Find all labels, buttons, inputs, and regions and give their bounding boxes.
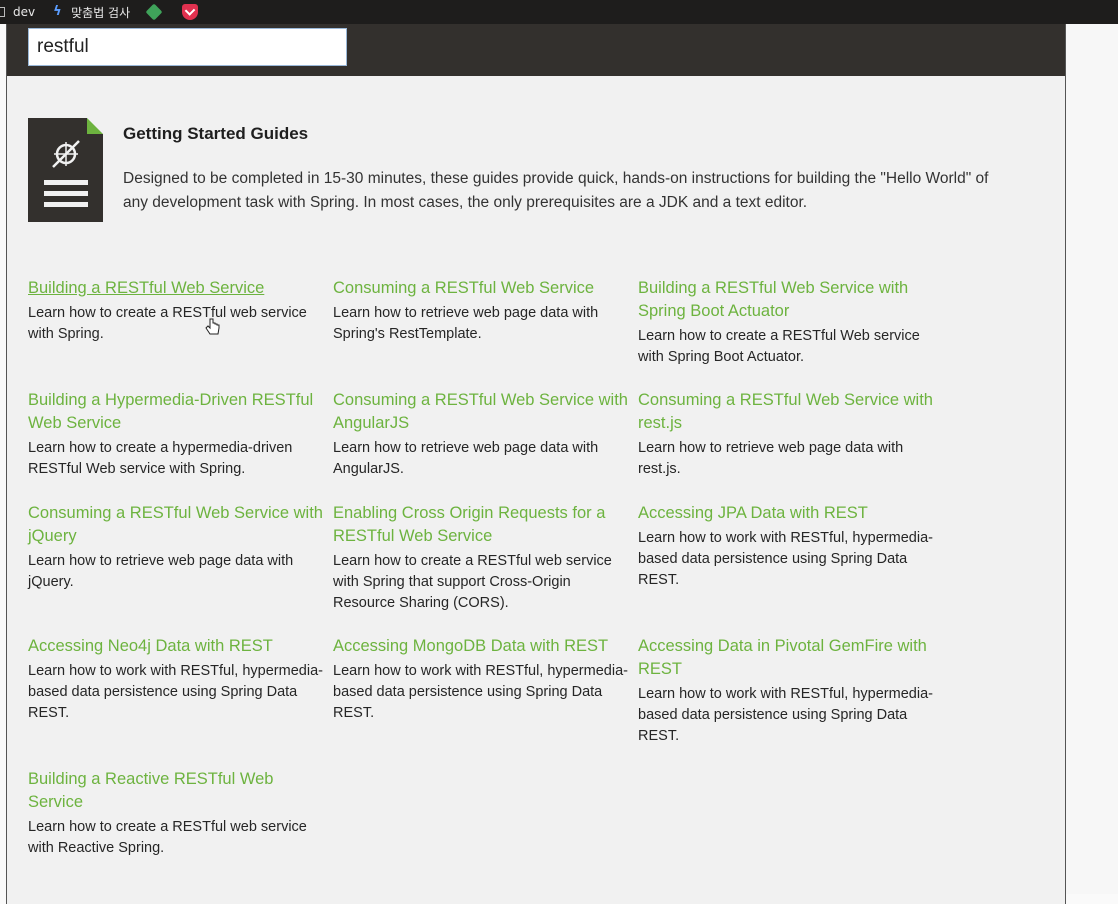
- guide-link[interactable]: Enabling Cross Origin Requests for a RES…: [333, 502, 633, 548]
- bookmark-extension[interactable]: [145, 3, 163, 21]
- guide-description: Learn how to work with RESTful, hypermed…: [638, 530, 933, 588]
- guide-description: Learn how to work with RESTful, hypermed…: [333, 663, 628, 721]
- guide-description: Learn how to create a RESTful web servic…: [333, 553, 612, 611]
- bookmark-pocket[interactable]: [178, 4, 199, 20]
- guide-link[interactable]: Accessing Neo4j Data with REST: [28, 635, 328, 658]
- intro-description: Designed to be completed in 15-30 minute…: [123, 170, 989, 211]
- guide-card: Consuming a RESTful Web Service with jQu…: [28, 502, 328, 593]
- guide-card: Building a Hypermedia-Driven RESTful Web…: [28, 389, 328, 480]
- diamond-extension-icon: [145, 3, 163, 21]
- guide-description: Learn how to create a hypermedia-driven …: [28, 440, 293, 477]
- folder-icon: [0, 7, 5, 17]
- spring-leaf-icon: [52, 140, 80, 168]
- page: Getting Started Guides Designed to be co…: [6, 24, 1066, 904]
- page-gutter: [1066, 24, 1118, 894]
- guide-link[interactable]: Consuming a RESTful Web Service with Ang…: [333, 389, 633, 435]
- bookmark-spell-check[interactable]: ϟ 맞춤법 검사: [53, 4, 130, 21]
- guide-card: Building a RESTful Web Service Learn how…: [28, 277, 328, 345]
- search-header: [7, 24, 1065, 76]
- guide-link[interactable]: Consuming a RESTful Web Service with jQu…: [28, 502, 328, 548]
- guide-card: Accessing MongoDB Data with REST Learn h…: [333, 635, 633, 724]
- guide-link[interactable]: Building a RESTful Web Service: [28, 277, 328, 300]
- guide-link[interactable]: Building a Hypermedia-Driven RESTful Web…: [28, 389, 328, 435]
- guide-description: Learn how to work with RESTful, hypermed…: [638, 686, 933, 744]
- hand-cursor-icon: [205, 318, 220, 335]
- guide-card: Consuming a RESTful Web Service with res…: [638, 389, 938, 480]
- bookmark-dev[interactable]: dev: [0, 5, 35, 19]
- guide-card: Enabling Cross Origin Requests for a RES…: [333, 502, 633, 614]
- guide-card: Consuming a RESTful Web Service with Ang…: [333, 389, 633, 480]
- guide-description: Learn how to retrieve web page data with…: [333, 305, 599, 342]
- guide-card: Accessing Data in Pivotal GemFire with R…: [638, 635, 938, 747]
- guide-card: Accessing Neo4j Data with REST Learn how…: [28, 635, 328, 724]
- guide-card: Accessing JPA Data with REST Learn how t…: [638, 502, 938, 591]
- guide-link[interactable]: Building a RESTful Web Service with Spri…: [638, 277, 938, 323]
- bookmark-label: 맞춤법 검사: [71, 5, 131, 20]
- guide-description: Learn how to retrieve web page data with…: [638, 440, 904, 477]
- pocket-icon: [182, 4, 199, 20]
- guide-link[interactable]: Accessing MongoDB Data with REST: [333, 635, 633, 658]
- guide-link[interactable]: Accessing JPA Data with REST: [638, 502, 938, 525]
- guide-description: Learn how to retrieve web page data with…: [28, 553, 294, 590]
- guide-description: Learn how to create a RESTful Web servic…: [638, 328, 920, 365]
- guide-document-icon: [28, 118, 103, 222]
- guide-link[interactable]: Consuming a RESTful Web Service: [333, 277, 633, 300]
- page-title: Getting Started Guides: [123, 124, 309, 143]
- guide-card: Building a Reactive RESTful Web Service …: [28, 768, 328, 859]
- guide-link[interactable]: Accessing Data in Pivotal GemFire with R…: [638, 635, 938, 681]
- guide-description: Learn how to retrieve web page data with…: [333, 440, 599, 477]
- guide-link[interactable]: Consuming a RESTful Web Service with res…: [638, 389, 938, 435]
- guide-link[interactable]: Building a Reactive RESTful Web Service: [28, 768, 328, 814]
- guide-description: Learn how to create a RESTful web servic…: [28, 305, 307, 342]
- bookmarks-bar: dev ϟ 맞춤법 검사: [0, 0, 1118, 24]
- search-input[interactable]: [28, 28, 347, 66]
- guide-card: Consuming a RESTful Web Service Learn ho…: [333, 277, 633, 345]
- bookmark-label: dev: [13, 5, 36, 19]
- guide-description: Learn how to create a RESTful web servic…: [28, 819, 307, 856]
- guide-card: Building a RESTful Web Service with Spri…: [638, 277, 938, 368]
- guide-description: Learn how to work with RESTful, hypermed…: [28, 663, 323, 721]
- spell-check-icon: ϟ: [53, 4, 62, 19]
